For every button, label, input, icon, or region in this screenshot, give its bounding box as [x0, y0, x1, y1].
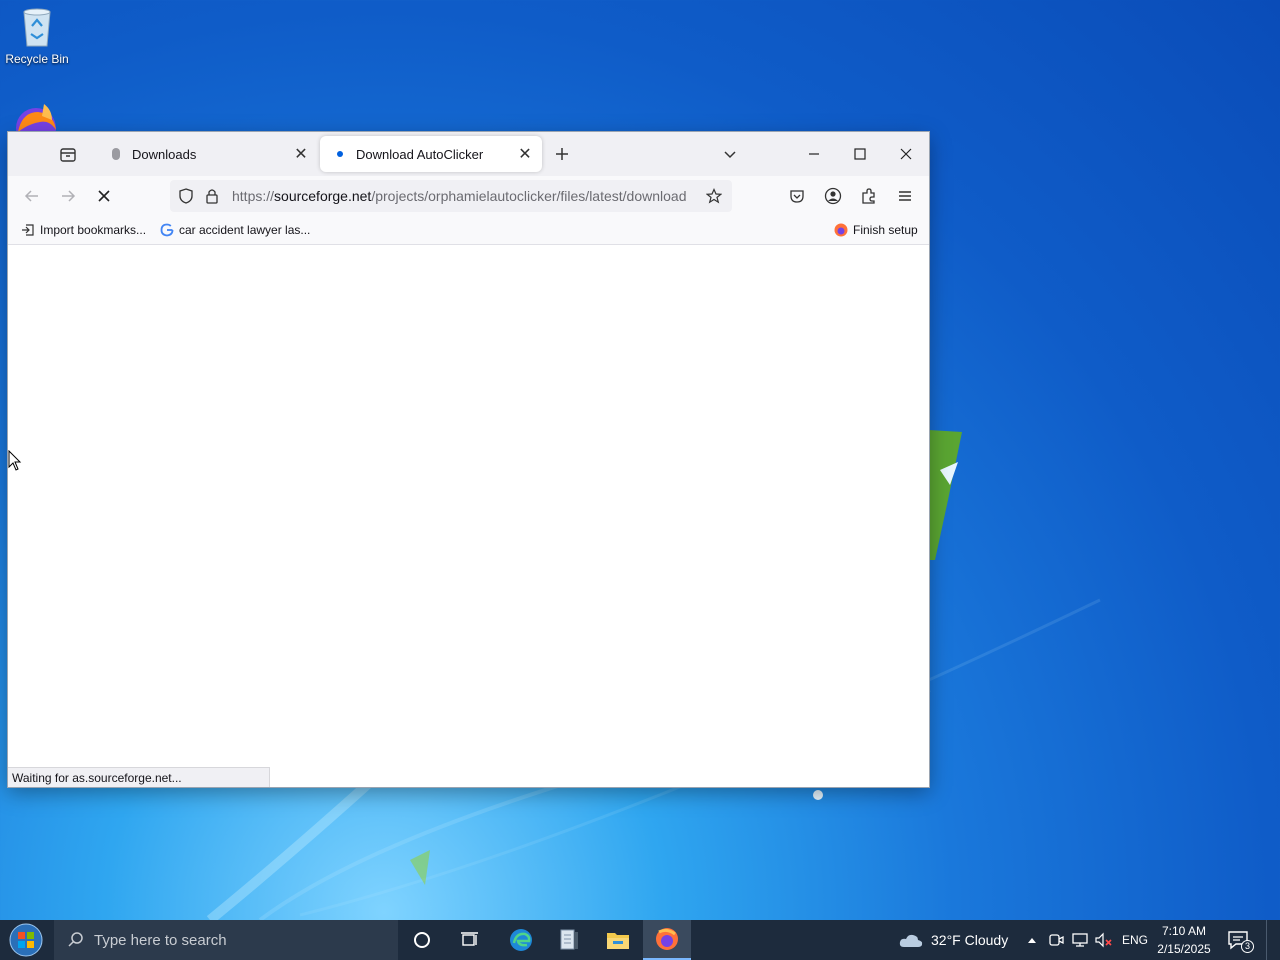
address-bar[interactable]: https://sourceforge.net/projects/orphami… — [170, 180, 732, 212]
close-tab-icon[interactable]: ✕ — [290, 143, 312, 165]
firefox-icon — [833, 222, 849, 238]
taskbar-search-box[interactable]: Type here to search — [54, 920, 398, 960]
tab-title: Downloads — [132, 146, 197, 162]
finish-setup-item[interactable]: Finish setup — [833, 220, 918, 240]
clock-time: 7:10 AM — [1161, 924, 1207, 938]
close-icon — [900, 148, 912, 160]
notepad-icon — [560, 929, 578, 950]
action-center-button[interactable]: 3 — [1226, 920, 1255, 960]
mouse-cursor-icon — [8, 450, 22, 471]
show-hidden-icons-button[interactable] — [1026, 920, 1038, 960]
firefox-desktop-icon[interactable] — [12, 104, 60, 148]
bookmark-star-icon[interactable] — [702, 184, 726, 208]
tracking-protection-shield-icon[interactable] — [174, 184, 198, 208]
hamburger-menu-icon — [899, 191, 911, 201]
url-path: /projects/orphamielautoclicker/files/lat… — [371, 188, 687, 204]
show-desktop-button[interactable] — [1266, 920, 1280, 960]
status-panel: Waiting for as.sourceforge.net... — [8, 767, 270, 787]
weather-text: 32°F Cloudy — [931, 932, 1009, 948]
edge-icon — [510, 929, 532, 951]
url-host: sourceforge.net — [274, 188, 372, 204]
new-tab-button[interactable] — [550, 142, 574, 166]
minimize-icon — [809, 153, 819, 155]
google-g-icon — [159, 222, 175, 238]
stop-loading-button[interactable] — [90, 182, 118, 210]
account-icon — [824, 187, 842, 205]
plus-icon — [556, 148, 568, 160]
cortana-button[interactable] — [398, 920, 446, 960]
firefox-icon — [656, 928, 678, 950]
network-tray-icon[interactable] — [1071, 920, 1089, 960]
firefox-window: Downloads ✕ Download AutoClicker ✕ https… — [8, 132, 929, 787]
list-all-tabs-button[interactable] — [718, 142, 742, 166]
forward-button[interactable] — [54, 182, 82, 210]
close-window-button[interactable] — [883, 132, 929, 176]
bookmark-label: car accident lawyer las... — [179, 223, 311, 237]
import-bookmarks-item[interactable]: Import bookmarks... — [20, 220, 146, 240]
back-button[interactable] — [18, 182, 46, 210]
notepad-taskbar-button[interactable] — [545, 920, 593, 960]
language-indicator[interactable]: ENG — [1122, 920, 1148, 960]
maximize-icon — [854, 148, 866, 160]
recycle-bin-icon — [20, 6, 54, 48]
folder-icon — [607, 933, 629, 949]
bookmark-google-item[interactable]: car accident lawyer las... — [159, 220, 310, 240]
volume-muted-tray-icon[interactable] — [1094, 920, 1114, 960]
stop-icon — [98, 190, 110, 202]
cloud-icon — [899, 934, 923, 947]
loading-indicator-icon — [332, 146, 348, 162]
file-explorer-taskbar-button[interactable] — [594, 920, 642, 960]
navigation-toolbar: https://sourceforge.net/projects/orphami… — [8, 176, 929, 216]
import-icon — [20, 222, 36, 238]
close-tab-icon[interactable]: ✕ — [514, 143, 536, 165]
firefox-taskbar-button[interactable] — [643, 920, 691, 960]
tab-title: Download AutoClicker — [356, 146, 484, 162]
app-menu-button[interactable] — [891, 182, 919, 210]
minimize-button[interactable] — [791, 132, 837, 176]
page-content[interactable]: Waiting for as.sourceforge.net... — [8, 245, 929, 787]
task-view-icon — [461, 932, 478, 946]
recycle-bin-desktop-icon[interactable]: Recycle Bin — [2, 6, 72, 66]
recycle-bin-label: Recycle Bin — [5, 52, 69, 66]
url-text: https://sourceforge.net/projects/orphami… — [232, 188, 702, 204]
tab-download-autoclicker[interactable]: Download AutoClicker ✕ — [320, 136, 542, 172]
chevron-up-icon — [1028, 938, 1036, 943]
clock[interactable]: 7:10 AM 2/15/2025 — [1150, 922, 1218, 958]
windows-start-orb-icon — [9, 923, 43, 957]
bookmarks-toolbar: Import bookmarks... car accident lawyer … — [8, 216, 929, 245]
taskbar: Type here to search 32°F Cloudy ENG 7:10… — [0, 920, 1280, 960]
firefox-view-button[interactable] — [54, 142, 82, 166]
url-scheme: https:// — [232, 188, 275, 204]
search-icon — [64, 928, 88, 952]
pocket-icon — [790, 190, 804, 203]
arrow-right-icon — [62, 190, 76, 202]
meet-now-tray-icon[interactable] — [1048, 920, 1064, 960]
extensions-button[interactable] — [855, 182, 883, 210]
bookmark-label: Finish setup — [853, 223, 918, 237]
search-placeholder: Type here to search — [94, 931, 227, 949]
weather-widget[interactable]: 32°F Cloudy — [898, 920, 1008, 960]
start-button[interactable] — [6, 922, 46, 958]
account-button[interactable] — [819, 182, 847, 210]
page-favicon-icon — [108, 146, 124, 162]
lock-icon[interactable] — [200, 184, 224, 208]
firefox-view-icon — [60, 148, 76, 162]
tab-strip: Downloads ✕ Download AutoClicker ✕ — [8, 132, 929, 176]
arrow-left-icon — [24, 190, 38, 202]
pocket-button[interactable] — [783, 182, 811, 210]
puzzle-piece-icon — [862, 188, 875, 204]
notification-count-badge: 3 — [1241, 940, 1255, 953]
tab-downloads[interactable]: Downloads ✕ — [96, 136, 318, 172]
clock-date: 2/15/2025 — [1157, 942, 1211, 956]
maximize-button[interactable] — [837, 132, 883, 176]
cortana-circle-icon — [414, 932, 430, 948]
edge-taskbar-button[interactable] — [497, 920, 545, 960]
task-view-button[interactable] — [446, 920, 494, 960]
chevron-down-icon — [724, 151, 736, 159]
bookmark-label: Import bookmarks... — [40, 223, 147, 237]
